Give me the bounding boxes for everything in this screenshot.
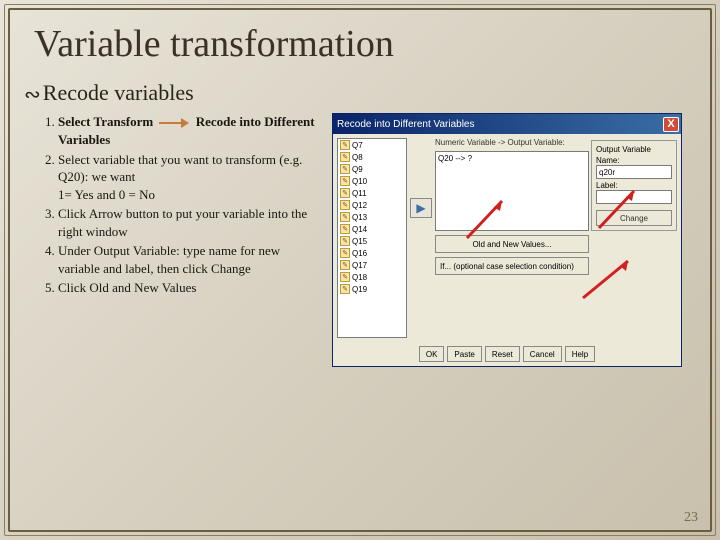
bullet-icon: ∾ — [24, 82, 41, 107]
dialog-title: Recode into Different Variables — [337, 119, 475, 130]
output-variable-legend: Output Variable — [596, 145, 672, 154]
arrow-right-icon: ▶ — [416, 201, 425, 215]
old-new-values-button[interactable]: Old and New Values... — [435, 235, 589, 253]
variable-item[interactable]: ✎Q8 — [338, 151, 406, 163]
label-label: Label: — [596, 181, 672, 190]
variable-icon: ✎ — [340, 212, 350, 222]
recode-dialog: Recode into Different Variables X ✎Q7✎Q8… — [332, 113, 682, 367]
variable-item[interactable]: ✎Q16 — [338, 247, 406, 259]
variable-icon: ✎ — [340, 176, 350, 186]
dialog-titlebar: Recode into Different Variables X — [333, 114, 681, 134]
name-label: Name: — [596, 156, 672, 165]
instruction-4: Under Output Variable: type name for new… — [58, 242, 320, 277]
slide-subtitle: ∾Recode variables — [0, 66, 720, 113]
output-variable-fieldset: Output Variable Name: q20r Label: Change — [591, 140, 677, 231]
variable-item[interactable]: ✎Q18 — [338, 271, 406, 283]
slide-title: Variable transformation — [0, 0, 720, 66]
numeric-variable-box[interactable]: Q20 --> ? — [435, 151, 589, 231]
variable-item[interactable]: ✎Q19 — [338, 283, 406, 295]
variable-icon: ✎ — [340, 152, 350, 162]
move-arrow-button[interactable]: ▶ — [410, 198, 432, 218]
dialog-button-row: OKPasteResetCancelHelp — [333, 342, 681, 366]
variable-icon: ✎ — [340, 140, 350, 150]
page-number: 23 — [684, 510, 698, 526]
close-button[interactable]: X — [663, 117, 679, 132]
reset-button[interactable]: Reset — [485, 346, 520, 362]
variable-icon: ✎ — [340, 260, 350, 270]
help-button[interactable]: Help — [565, 346, 595, 362]
variable-icon: ✎ — [340, 188, 350, 198]
variable-icon: ✎ — [340, 200, 350, 210]
variable-icon: ✎ — [340, 284, 350, 294]
variable-item[interactable]: ✎Q12 — [338, 199, 406, 211]
paste-button[interactable]: Paste — [447, 346, 481, 362]
arrow-icon — [159, 118, 189, 128]
instruction-1: Select Transform Recode into Different V… — [58, 113, 320, 148]
variable-icon: ✎ — [340, 236, 350, 246]
instruction-5: Click Old and New Values — [58, 279, 320, 297]
variable-icon: ✎ — [340, 164, 350, 174]
variable-item[interactable]: ✎Q11 — [338, 187, 406, 199]
numeric-variable-label: Numeric Variable -> Output Variable: — [435, 138, 589, 147]
variable-item[interactable]: ✎Q13 — [338, 211, 406, 223]
label-input[interactable] — [596, 190, 672, 204]
variable-item[interactable]: ✎Q15 — [338, 235, 406, 247]
ok-button[interactable]: OK — [419, 346, 445, 362]
instruction-3: Click Arrow button to put your variable … — [58, 205, 320, 240]
instruction-2: Select variable that you want to transfo… — [58, 151, 320, 204]
cancel-button[interactable]: Cancel — [523, 346, 562, 362]
if-condition-button[interactable]: If... (optional case selection condition… — [435, 257, 589, 275]
variable-icon: ✎ — [340, 272, 350, 282]
variable-item[interactable]: ✎Q14 — [338, 223, 406, 235]
variable-item[interactable]: ✎Q17 — [338, 259, 406, 271]
variables-listbox[interactable]: ✎Q7✎Q8✎Q9✎Q10✎Q11✎Q12✎Q13✎Q14✎Q15✎Q16✎Q1… — [337, 138, 407, 338]
variable-item[interactable]: ✎Q7 — [338, 139, 406, 151]
change-button[interactable]: Change — [596, 210, 672, 226]
variable-icon: ✎ — [340, 248, 350, 258]
variable-icon: ✎ — [340, 224, 350, 234]
variable-item[interactable]: ✎Q10 — [338, 175, 406, 187]
name-input[interactable]: q20r — [596, 165, 672, 179]
close-icon: X — [667, 118, 674, 130]
variable-item[interactable]: ✎Q9 — [338, 163, 406, 175]
instructions-list: Select Transform Recode into Different V… — [40, 113, 320, 367]
